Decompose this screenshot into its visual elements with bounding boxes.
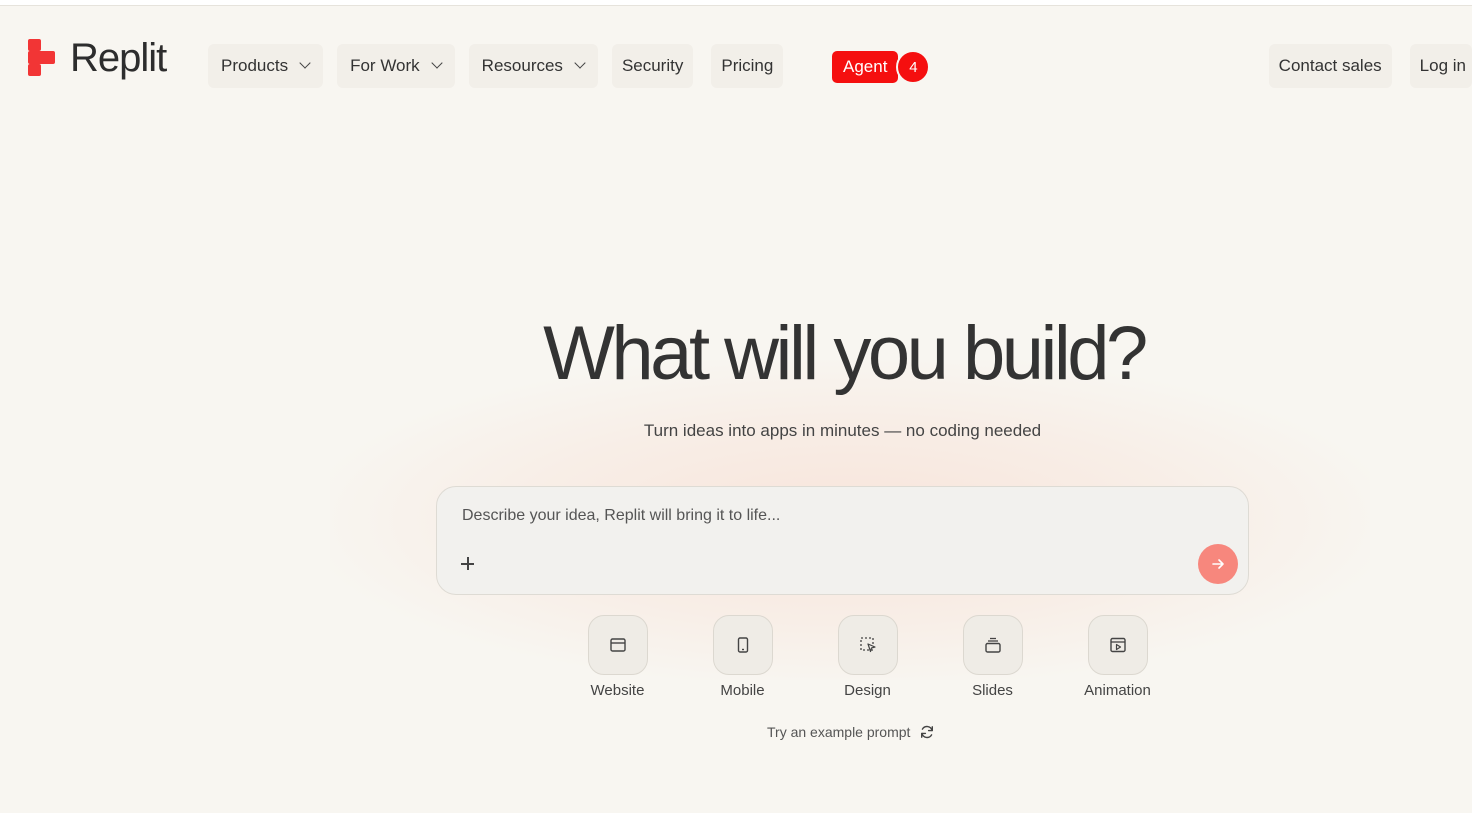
browser-window-icon (587, 615, 648, 675)
slides-stack-icon (962, 615, 1023, 675)
agent-nav: Agent 4 (832, 50, 931, 84)
brand-name: Replit (70, 36, 167, 80)
selection-cursor-icon (837, 615, 898, 675)
nav-resources[interactable]: Resources (468, 44, 598, 88)
nav-pricing[interactable]: Pricing (711, 44, 784, 88)
category-mobile[interactable]: Mobile (680, 615, 805, 699)
replit-logo[interactable]: Replit (28, 36, 167, 80)
agent-button[interactable]: Agent (832, 51, 899, 83)
category-label: Mobile (720, 682, 765, 699)
hero-title: What will you build? (543, 311, 1148, 396)
category-website[interactable]: Website (555, 615, 680, 699)
nav-resources-label: Resources (481, 56, 563, 75)
category-design[interactable]: Design (805, 615, 930, 699)
primary-nav: Products For Work Resources Security Pri… (208, 44, 801, 88)
site-header: Replit Products For Work Resources Secur… (0, 6, 1472, 106)
smartphone-icon (712, 615, 773, 675)
prompt-input[interactable] (462, 507, 1162, 525)
hero-subtitle: Turn ideas into apps in minutes — no cod… (643, 421, 1042, 440)
chevron-down-icon (575, 59, 585, 69)
nav-security[interactable]: Security (611, 44, 694, 88)
play-frame-icon (1087, 615, 1148, 675)
login-button[interactable]: Log in (1409, 44, 1472, 88)
chevron-down-icon (300, 59, 310, 69)
category-animation[interactable]: Animation (1055, 615, 1180, 699)
example-prompt-button[interactable]: Try an example prompt (767, 722, 935, 742)
arrow-right-icon (1212, 559, 1224, 569)
example-prompt-label: Try an example prompt (767, 724, 911, 740)
category-slides[interactable]: Slides (930, 615, 1055, 699)
chevron-down-icon (432, 59, 442, 69)
category-options: Website Mobile Design Slides Animation (555, 615, 1180, 699)
nav-products-label: Products (221, 56, 289, 75)
category-label: Animation (1084, 682, 1151, 699)
prompt-box (436, 486, 1249, 595)
nav-for-work[interactable]: For Work (337, 44, 455, 88)
category-label: Design (844, 682, 891, 699)
contact-sales-button[interactable]: Contact sales (1268, 44, 1392, 88)
refresh-icon (921, 725, 934, 739)
category-label: Website (590, 682, 645, 699)
replit-logo-icon (28, 39, 56, 77)
agent-count-badge: 4 (896, 50, 931, 84)
attach-plus-icon[interactable] (457, 553, 479, 575)
nav-for-work-label: For Work (350, 56, 420, 75)
account-nav: Contact sales Log in (1268, 44, 1472, 88)
send-button[interactable] (1198, 544, 1238, 584)
category-label: Slides (972, 682, 1013, 699)
nav-products[interactable]: Products (208, 44, 324, 88)
